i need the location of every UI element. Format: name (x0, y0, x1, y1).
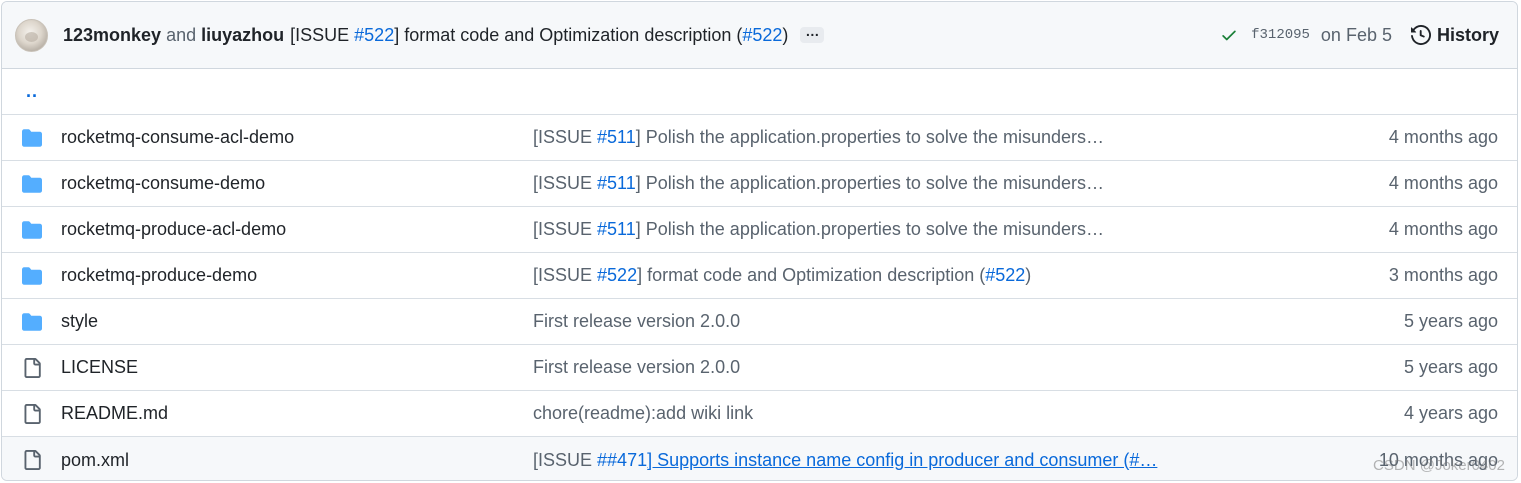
commit-meta: f312095 on Feb 5 History (1220, 25, 1499, 46)
issue-link[interactable]: #511 (597, 219, 636, 239)
history-label: History (1436, 24, 1499, 45)
parent-directory-row[interactable]: .. (2, 69, 1517, 115)
file-row[interactable]: README.md chore(readme):add wiki link 4 ye… (2, 391, 1517, 437)
file-row[interactable]: rocketmq-produce-demo [ISSUE #522] format… (2, 253, 1517, 299)
file-browser: 123monkey and liuyazhou [ISSUE #522] for… (1, 1, 1518, 481)
pr-link[interactable]: #522 (985, 265, 1025, 285)
commit-date: on Feb 5 (1320, 24, 1392, 45)
file-row[interactable]: LICENSE First release version 2.0.0 5 year… (2, 345, 1517, 391)
file-row[interactable]: rocketmq-produce-acl-demo [ISSUE #511] Po… (2, 207, 1517, 253)
commit-author-2[interactable]: liuyazhou (201, 25, 284, 46)
folder-icon (22, 128, 42, 147)
commit-message-prefix: [ISSUE (290, 24, 355, 45)
expand-commit-message-button[interactable]: … (800, 24, 825, 43)
commit-message-text: chore(readme):add wiki link (533, 403, 754, 423)
commit-message-prefix: [ISSUE (533, 219, 598, 239)
folder-name-link[interactable]: rocketmq-consume-demo (61, 173, 265, 194)
last-commit-message[interactable]: [ISSUE #511] Polish the application.prop… (533, 173, 1104, 194)
file-name-link[interactable]: pom.xml (61, 450, 129, 471)
commit-author-1[interactable]: 123monkey (63, 25, 161, 46)
commit-issue-link[interactable]: #522 (354, 25, 394, 45)
commit-message-prefix: [ISSUE (533, 173, 598, 193)
last-commit-age: 3 months ago (1388, 265, 1498, 285)
commit-message-suffix: ) (782, 24, 789, 45)
file-icon (24, 450, 41, 470)
file-name-link[interactable]: README.md (61, 403, 168, 424)
latest-commit-bar: 123monkey and liuyazhou [ISSUE #522] for… (2, 2, 1517, 69)
last-commit-age: 5 years ago (1403, 357, 1498, 377)
last-commit-message[interactable]: [ISSUE #511] Polish the application.prop… (533, 127, 1104, 148)
issue-link[interactable]: #511 (597, 127, 636, 147)
commit-message-suffix: ) (1025, 265, 1032, 285)
file-icon (24, 403, 41, 424)
commit-pr-link[interactable]: #522 (742, 25, 782, 45)
commit-message-body: ] format code and Optimization descripti… (394, 24, 743, 45)
folder-name-link[interactable]: rocketmq-produce-acl-demo (61, 219, 286, 240)
file-row[interactable]: rocketmq-consume-acl-demo [ISSUE #511] Po… (2, 115, 1517, 161)
commit-message-text: First release version 2.0.0 (533, 357, 741, 377)
last-commit-age: 4 months ago (1388, 219, 1498, 239)
issue-link[interactable]: #511 (597, 173, 636, 193)
folder-icon (22, 266, 42, 285)
folder-name-link[interactable]: style (61, 311, 98, 332)
author-avatar[interactable] (15, 18, 48, 52)
parent-directory-link[interactable]: .. (26, 81, 38, 102)
commit-message-text: ] format code and Optimization descripti… (637, 265, 986, 285)
issue-link[interactable]: ##471 (597, 450, 647, 470)
file-row[interactable]: style First release version 2.0.0 5 years … (2, 299, 1517, 345)
file-row[interactable]: pom.xml [ISSUE ##471] Supports instance n… (2, 437, 1517, 480)
last-commit-message[interactable]: [ISSUE ##471] Supports instance name con… (533, 450, 1157, 471)
commit-message-text: ] Polish the application.properties to s… (635, 127, 1104, 147)
last-commit-message[interactable]: First release version 2.0.0 (533, 357, 740, 378)
commit-message[interactable]: [ISSUE #522] format code and Optimizatio… (290, 25, 788, 46)
folder-icon (22, 312, 42, 331)
check-icon[interactable] (1220, 26, 1238, 44)
last-commit-message[interactable]: [ISSUE #522] format code and Optimizatio… (533, 265, 1031, 286)
history-button[interactable]: History (1410, 24, 1499, 46)
file-row[interactable]: rocketmq-consume-demo [ISSUE #511] Polish… (2, 161, 1517, 207)
folder-name-link[interactable]: rocketmq-produce-demo (61, 265, 257, 286)
author-separator: and (166, 24, 197, 45)
last-commit-age: 5 years ago (1403, 311, 1498, 331)
folder-icon (22, 174, 42, 193)
commit-sha[interactable]: f312095 (1251, 27, 1310, 43)
commit-message-prefix: [ISSUE (533, 265, 598, 285)
history-icon (1410, 25, 1431, 45)
commit-message-text: ] Polish the application.properties to s… (635, 173, 1104, 193)
file-name-link[interactable]: LICENSE (61, 357, 138, 378)
folder-name-link[interactable]: rocketmq-consume-acl-demo (61, 127, 294, 148)
issue-link[interactable]: #522 (597, 265, 637, 285)
commit-message-link[interactable]: ] Supports instance name config in produ… (647, 450, 1157, 470)
last-commit-age: 4 years ago (1403, 403, 1498, 423)
last-commit-message[interactable]: First release version 2.0.0 (533, 311, 740, 332)
last-commit-age: 4 months ago (1388, 127, 1498, 147)
commit-message-text: First release version 2.0.0 (533, 311, 741, 331)
file-icon (24, 357, 41, 378)
last-commit-age: 4 months ago (1388, 173, 1498, 193)
commit-message-text: ] Polish the application.properties to s… (635, 219, 1104, 239)
last-commit-message[interactable]: [ISSUE #511] Polish the application.prop… (533, 219, 1104, 240)
last-commit-age: 10 months ago (1378, 449, 1498, 470)
commit-message-prefix: [ISSUE (533, 449, 598, 470)
commit-message-prefix: [ISSUE (533, 127, 598, 147)
folder-icon (22, 220, 42, 239)
file-list: rocketmq-consume-acl-demo [ISSUE #511] Po… (2, 115, 1517, 480)
last-commit-message[interactable]: chore(readme):add wiki link (533, 403, 753, 424)
